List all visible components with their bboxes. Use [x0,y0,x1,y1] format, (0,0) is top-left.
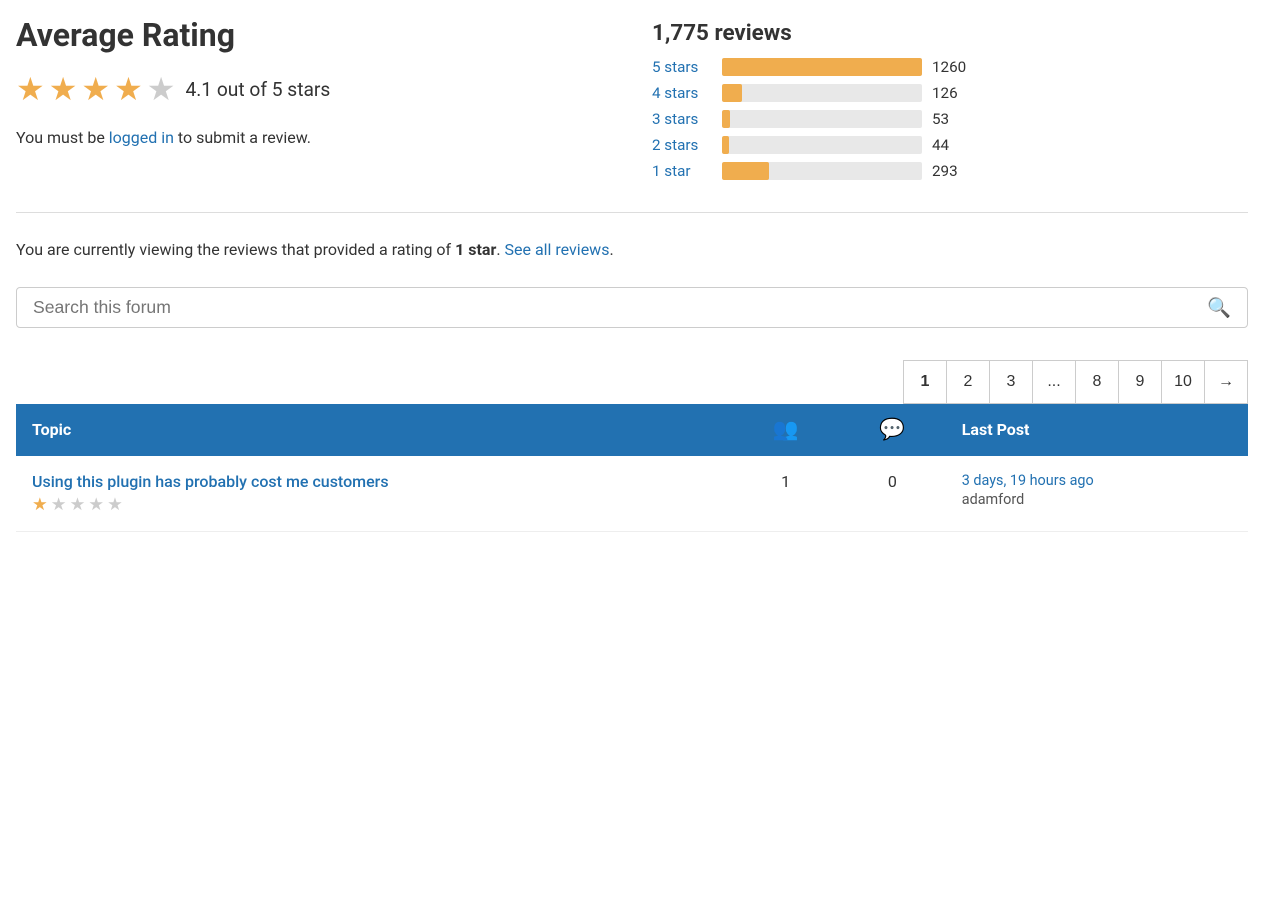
voices-cell: 1 [732,456,839,532]
topic-star-5: ★ [107,495,123,515]
login-prompt: You must be logged in to submit a review… [16,128,612,147]
bar-fill-1star [722,162,769,180]
page-btn-2[interactable]: 2 [946,360,990,404]
table-row: Using this plugin has probably cost me c… [16,456,1248,532]
col-topic: Topic [16,404,732,456]
last-post-author: adamford [962,491,1024,508]
forum-table-body: Using this plugin has probably cost me c… [16,456,1248,532]
current-filter: You are currently viewing the reviews th… [16,237,1248,263]
replies-icon: 💬 [879,418,905,442]
login-post: to submit a review. [174,128,311,147]
forum-table-header: Topic 👥 💬 Last Post [16,404,1248,456]
topic-star-2: ★ [51,495,67,515]
page-btn-9[interactable]: 9 [1118,360,1162,404]
login-link[interactable]: logged in [109,128,174,147]
bar-row-4stars: 4 stars 126 [652,84,1248,102]
bar-count-1star: 293 [932,162,972,180]
bar-count-3stars: 53 [932,110,972,128]
topic-cell: Using this plugin has probably cost me c… [16,456,732,532]
rating-score: 4.1 out of 5 stars [185,78,330,101]
bar-label-2stars[interactable]: 2 stars [652,136,712,154]
col-last-post: Last Post [946,404,1248,456]
bar-count-5stars: 1260 [932,58,972,76]
bar-track-3stars [722,110,922,128]
star-display: ★ ★ ★ ★ ★ [16,70,175,108]
bar-row-2stars: 2 stars 44 [652,136,1248,154]
col-voices: 👥 [732,404,839,456]
topic-link[interactable]: Using this plugin has probably cost me c… [32,472,716,491]
voices-icon: 👥 [773,418,799,442]
bar-fill-4stars [722,84,742,102]
page-btn-next[interactable]: → [1204,360,1248,404]
page-btn-10[interactable]: 10 [1161,360,1205,404]
bar-count-4stars: 126 [932,84,972,102]
rating-section: Average Rating ★ ★ ★ ★ ★ 4.1 out of 5 st… [16,16,1248,213]
bar-row-1star: 1 star 293 [652,162,1248,180]
bar-label-5stars[interactable]: 5 stars [652,58,712,76]
replies-cell: 0 [839,456,946,532]
forum-table: Topic 👥 💬 Last Post Using this plugin ha… [16,404,1248,532]
bar-track-5stars [722,58,922,76]
pagination-wrapper: 1 2 3 ... 8 9 10 → [16,360,1248,404]
search-input[interactable] [33,297,1207,318]
bar-count-2stars: 44 [932,136,972,154]
rating-left: Average Rating ★ ★ ★ ★ ★ 4.1 out of 5 st… [16,16,612,188]
bar-track-2stars [722,136,922,154]
filter-post: . [496,240,504,259]
page-btn-8[interactable]: 8 [1075,360,1119,404]
bar-label-1star[interactable]: 1 star [652,162,712,180]
bar-fill-5stars [722,58,922,76]
filter-link-post: . [609,240,613,259]
bar-track-4stars [722,84,922,102]
page-btn-ellipsis[interactable]: ... [1032,360,1076,404]
bar-row-3stars: 3 stars 53 [652,110,1248,128]
search-box: 🔍 [16,287,1248,328]
total-reviews: 1,775 reviews [652,20,1248,46]
search-icon[interactable]: 🔍 [1207,296,1231,319]
last-post-time: 3 days, 19 hours ago [962,472,1232,489]
star-1: ★ [16,70,45,108]
pagination: 1 2 3 ... 8 9 10 → [904,360,1248,404]
topic-star-4: ★ [88,495,104,515]
last-post-cell: 3 days, 19 hours ago adamford [946,456,1248,532]
bar-track-1star [722,162,922,180]
login-pre: You must be [16,128,109,147]
col-replies: 💬 [839,404,946,456]
topic-stars: ★ ★ ★ ★ ★ [32,495,716,515]
filter-strong: 1 star [455,240,496,259]
stars-row: ★ ★ ★ ★ ★ 4.1 out of 5 stars [16,70,612,108]
page-btn-3[interactable]: 3 [989,360,1033,404]
star-2: ★ [49,70,78,108]
topic-star-3: ★ [70,495,86,515]
bar-fill-3stars [722,110,730,128]
page-title: Average Rating [16,16,612,54]
star-5: ★ [147,70,176,108]
bar-label-3stars[interactable]: 3 stars [652,110,712,128]
bar-fill-2stars [722,136,729,154]
topic-star-1: ★ [32,495,48,515]
rating-right: 1,775 reviews 5 stars 1260 4 stars 126 3… [652,16,1248,188]
star-3: ★ [81,70,110,108]
page-btn-1[interactable]: 1 [903,360,947,404]
bar-label-4stars[interactable]: 4 stars [652,84,712,102]
see-all-reviews-link[interactable]: See all reviews [505,240,610,259]
star-4: ★ [114,70,143,108]
bar-row-5stars: 5 stars 1260 [652,58,1248,76]
filter-pre: You are currently viewing the reviews th… [16,240,455,259]
